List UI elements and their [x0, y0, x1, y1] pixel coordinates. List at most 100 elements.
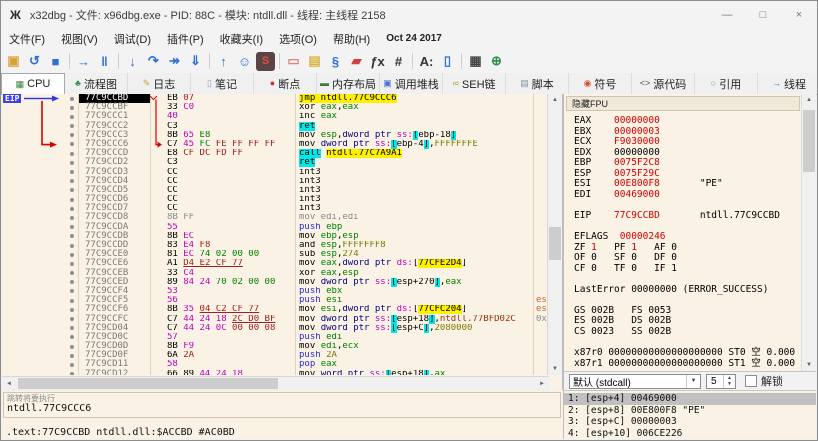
comment-button[interactable]: ▤	[305, 52, 324, 71]
breakpoint-dot[interactable]	[70, 161, 74, 165]
breakpoint-dot[interactable]	[70, 188, 74, 192]
tab-references[interactable]: ○引用	[695, 73, 758, 94]
menu-item[interactable]: 选项(O)	[271, 29, 325, 49]
breakpoint-dot[interactable]	[70, 354, 74, 358]
breakpoint-dot[interactable]	[70, 253, 74, 257]
breakpoint-dot[interactable]	[70, 170, 74, 174]
breakpoint-dot[interactable]	[70, 335, 74, 339]
breakpoint-dot[interactable]	[70, 198, 74, 202]
close-button[interactable]: ×	[781, 1, 817, 28]
tab-threads[interactable]: →线程	[758, 73, 817, 94]
calling-convention-select[interactable]: 默认 (stdcall) ▼	[569, 374, 701, 389]
registers-scrollbar[interactable]: ▲ ▼	[801, 94, 816, 371]
breakpoint-dot[interactable]	[70, 262, 74, 266]
maximize-button[interactable]: □	[745, 1, 781, 28]
tab-seh[interactable]: ∞SEH链	[443, 73, 506, 94]
run-button[interactable]: →	[74, 52, 93, 71]
stack-arg-row[interactable]: 4: [esp+10] 006CE226	[564, 428, 816, 440]
tab-graph[interactable]: ♣流程图	[65, 73, 128, 94]
register-line[interactable]: LastError 00000000 (ERROR_SUCCESS)	[574, 285, 800, 296]
menu-item[interactable]: 帮助(H)	[325, 29, 378, 49]
register-line[interactable]: x87r1 00000000000000000000 ST1 空 0.000	[574, 359, 800, 370]
breakpoint-dot[interactable]	[70, 133, 74, 137]
attachments-button[interactable]: §	[326, 52, 345, 71]
disasm-vertical-scrollbar[interactable]: ▲ ▼	[547, 94, 562, 375]
disasm-hscroll-thumb[interactable]	[18, 378, 278, 389]
tab-notes[interactable]: ▯笔记	[191, 73, 254, 94]
stack-arg-row[interactable]: 3: [esp+C] 00000003	[564, 416, 816, 428]
scroll-left-icon[interactable]: ◄	[2, 377, 16, 390]
tab-breakpoints[interactable]: ●断点	[254, 73, 317, 94]
register-line[interactable]: CF 0 TF 0 IF 1	[574, 264, 800, 275]
breakpoint-dot[interactable]	[70, 280, 74, 284]
breakpoint-dot[interactable]	[70, 225, 74, 229]
breakpoint-dot[interactable]	[70, 372, 74, 375]
breakpoint-dot[interactable]	[70, 106, 74, 110]
breakpoint-dot[interactable]	[70, 317, 74, 321]
breakpoint-dot[interactable]	[70, 142, 74, 146]
step-out-button[interactable]: ↑	[214, 52, 233, 71]
breakpoint-dot[interactable]	[70, 289, 74, 293]
scroll-up-icon[interactable]: ▲	[548, 94, 562, 106]
registers-scroll-thumb[interactable]	[803, 110, 815, 172]
breakpoint-dot[interactable]	[70, 271, 74, 275]
breakpoint-dot[interactable]	[70, 207, 74, 211]
breakpoint-dot[interactable]	[70, 97, 74, 101]
breakpoint-dot[interactable]	[70, 345, 74, 349]
patch-button[interactable]: ▭	[284, 52, 303, 71]
scroll-up-icon[interactable]: ▲	[802, 94, 816, 106]
attach-button[interactable]: ☺	[235, 52, 254, 71]
execute-till-return-button[interactable]: ↠	[165, 52, 184, 71]
breakpoint-dot[interactable]	[70, 308, 74, 312]
tab-call-stack[interactable]: ▣调用堆栈	[380, 73, 443, 94]
hash-button[interactable]: #	[389, 52, 408, 71]
menu-item[interactable]: 插件(P)	[159, 29, 212, 49]
highlight-button[interactable]: ▰	[347, 52, 366, 71]
menu-item[interactable]: 调试(D)	[106, 29, 159, 49]
hide-fpu-button[interactable]: 隐藏FPU	[566, 96, 800, 111]
step-over-button[interactable]: ↷	[144, 52, 163, 71]
run-to-user-code-button[interactable]: ⇓	[186, 52, 205, 71]
breakpoint-dot[interactable]	[70, 216, 74, 220]
breakpoint-dot[interactable]	[70, 234, 74, 238]
calculator-button[interactable]: ▦	[466, 52, 485, 71]
restart-button[interactable]: ↺	[25, 52, 44, 71]
tab-script[interactable]: ▤脚本	[506, 73, 569, 94]
stack-arg-row[interactable]: 2: [esp+8] 00E800F8 "PE"	[564, 405, 816, 417]
minimize-button[interactable]: —	[709, 1, 745, 28]
scroll-down-icon[interactable]: ▼	[548, 363, 562, 375]
scroll-down-icon[interactable]: ▼	[802, 359, 816, 371]
register-line[interactable]: EDI 00469000	[574, 190, 800, 201]
disasm-row[interactable]: 77C9CD1266 89 44 24 18mov word ptr ss:[e…	[2, 370, 549, 375]
breakpoint-dot[interactable]	[70, 152, 74, 156]
breakpoint-dot[interactable]	[70, 299, 74, 303]
unlock-checkbox[interactable]	[745, 375, 757, 387]
breakpoint-dot[interactable]	[70, 179, 74, 183]
step-into-button[interactable]: ↓	[123, 52, 142, 71]
az-button[interactable]: A:	[417, 52, 436, 71]
breakpoint-dot[interactable]	[70, 363, 74, 367]
breakpoint-dot[interactable]	[70, 124, 74, 128]
stop-button[interactable]: ■	[46, 52, 65, 71]
breakpoint-dot[interactable]	[70, 326, 74, 330]
open-file-button[interactable]: ▣	[4, 52, 23, 71]
pause-button[interactable]: ‖	[95, 52, 114, 71]
breakpoint-dot[interactable]	[70, 244, 74, 248]
menu-item[interactable]: 收藏夹(I)	[212, 29, 271, 49]
register-line[interactable]: CS 0023 SS 002B	[574, 327, 800, 338]
tab-log[interactable]: ✎日志	[128, 73, 191, 94]
chevron-down-icon[interactable]: ▼	[686, 375, 700, 388]
globe-button[interactable]: ⊕	[487, 52, 506, 71]
stack-arg-row[interactable]: 1: [esp+4] 00469000	[564, 393, 816, 405]
trace-record-button[interactable]: S	[256, 52, 275, 71]
disasm-horizontal-scrollbar[interactable]: ◄ ►	[2, 376, 549, 390]
breakpoint-dot[interactable]	[70, 115, 74, 119]
tab-cpu[interactable]: ▦CPU	[1, 73, 65, 94]
register-line[interactable]: EIP 77C9CCBD ntdll.77C9CCBD	[574, 211, 800, 222]
menu-item[interactable]: 文件(F)	[1, 29, 53, 49]
font-button[interactable]: ▯	[438, 52, 457, 71]
disasm-vscroll-thumb[interactable]	[549, 227, 561, 260]
tab-memory-map[interactable]: ▬内存布局	[317, 73, 380, 94]
menu-item[interactable]: 视图(V)	[53, 29, 106, 49]
tab-source[interactable]: <>源代码	[632, 73, 695, 94]
